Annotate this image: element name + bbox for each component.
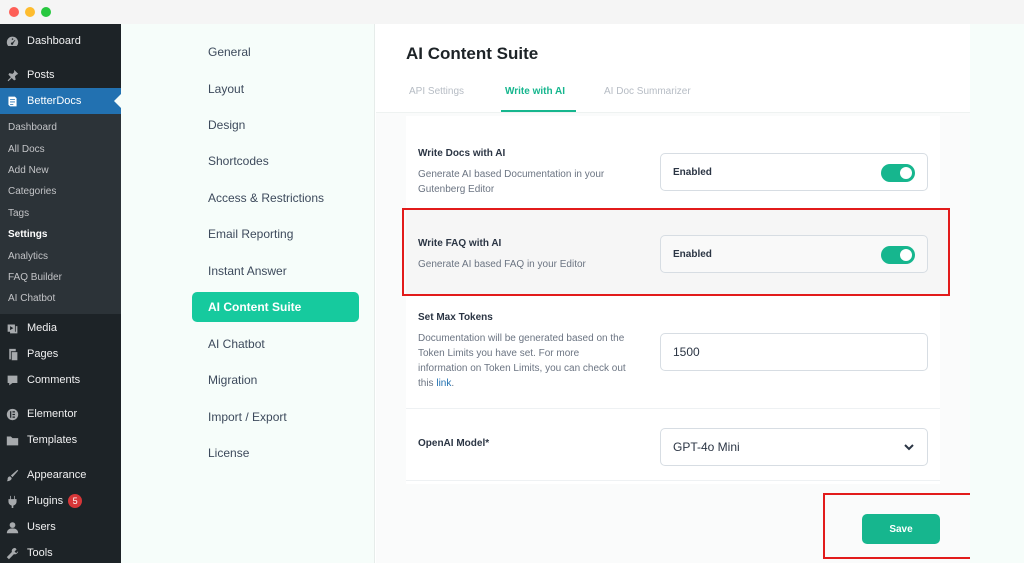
wp-menu-label: Media <box>27 322 57 334</box>
wp-submenu-item[interactable]: Tags <box>8 208 29 219</box>
wp-menu-pages[interactable]: Pages <box>0 341 121 367</box>
wp-menu-label: Templates <box>27 434 78 446</box>
wp-menu-label: Dashboard <box>27 35 81 47</box>
settings-nav-email-reporting[interactable]: Email Reporting <box>192 219 359 249</box>
settings-nav-shortcodes[interactable]: Shortcodes <box>192 146 359 176</box>
maximize-window-button[interactable] <box>41 7 51 17</box>
write-docs-description: Generate AI based Documentation in your … <box>418 169 605 195</box>
brush-icon <box>5 468 19 482</box>
openai-model-title: OpenAI Model* <box>418 438 490 449</box>
settings-main-panel: AI Content Suite API Settings Write with… <box>376 24 973 563</box>
write-docs-toggle-field[interactable]: Enabled <box>660 153 928 191</box>
wp-menu-tools[interactable]: Tools <box>0 540 121 563</box>
media-icon <box>5 321 19 335</box>
settings-nav-instant-answer[interactable]: Instant Answer <box>192 256 359 286</box>
tab-write-with-ai[interactable]: Write with AI <box>505 86 565 97</box>
max-tokens-description: Documentation will be generated based on… <box>418 331 630 391</box>
wp-menu-posts[interactable]: Posts <box>0 62 121 88</box>
token-limits-link[interactable]: link <box>436 378 451 389</box>
wp-menu-label: Users <box>27 521 56 533</box>
openai-model-select[interactable]: GPT-4o Mini <box>660 428 928 466</box>
tab-api-settings[interactable]: API Settings <box>409 86 464 97</box>
wp-submenu-item[interactable]: Categories <box>8 186 56 197</box>
write-docs-status: Enabled <box>673 166 712 178</box>
wp-menu-label: Pages <box>27 348 59 360</box>
wp-submenu-item[interactable]: FAQ Builder <box>8 272 62 283</box>
book-icon <box>5 94 19 108</box>
wp-submenu-item[interactable]: Add New <box>8 165 49 176</box>
settings-nav-ai-content-suite[interactable]: AI Content Suite <box>192 292 359 322</box>
row-divider <box>406 480 940 481</box>
settings-nav-import-export[interactable]: Import / Export <box>192 402 359 432</box>
pin-icon <box>5 68 19 82</box>
settings-nav-general[interactable]: General <box>192 37 359 67</box>
wp-menu-label: Appearance <box>27 469 87 481</box>
row-divider <box>406 408 940 409</box>
max-tokens-description-end: . <box>451 378 455 389</box>
dashboard-icon <box>5 34 19 48</box>
page-background-right <box>970 24 1024 563</box>
chevron-down-icon <box>903 441 915 453</box>
wp-menu-elementor[interactable]: Elementor <box>0 401 121 427</box>
wp-menu-label: BetterDocs <box>27 95 82 107</box>
settings-nav-migration[interactable]: Migration <box>192 365 359 395</box>
folder-icon <box>5 433 19 447</box>
settings-nav-license[interactable]: License <box>192 438 359 468</box>
highlight-box-save <box>823 493 973 559</box>
write-docs-title: Write Docs with AI <box>418 148 506 159</box>
wp-menu-templates[interactable]: Templates <box>0 427 121 453</box>
wp-submenu-item[interactable]: AI Chatbot <box>8 293 55 304</box>
wp-submenu-item[interactable]: All Docs <box>8 144 45 155</box>
wp-submenu-item[interactable]: Dashboard <box>8 122 57 133</box>
settings-nav-ai-chatbot[interactable]: AI Chatbot <box>192 329 359 359</box>
wp-menu-dashboard[interactable]: Dashboard <box>0 28 121 54</box>
highlight-box-faq <box>402 208 950 296</box>
pages-icon <box>5 347 19 361</box>
wp-menu-media[interactable]: Media <box>0 315 121 341</box>
openai-model-value: GPT-4o Mini <box>673 440 740 454</box>
minimize-window-button[interactable] <box>25 7 35 17</box>
wp-submenu-item-current[interactable]: Settings <box>8 229 47 240</box>
tab-ai-doc-summarizer[interactable]: AI Doc Summarizer <box>604 86 691 97</box>
settings-nav-design[interactable]: Design <box>192 110 359 140</box>
wp-menu-label: Posts <box>27 69 55 81</box>
max-tokens-title: Set Max Tokens <box>418 312 493 323</box>
plugin-icon <box>5 494 19 508</box>
settings-nav-access-restrictions[interactable]: Access & Restrictions <box>192 183 359 213</box>
wp-menu-betterdocs[interactable]: BetterDocs <box>0 88 121 114</box>
settings-nav: General Layout Design Shortcodes Access … <box>121 24 375 563</box>
wp-menu-users[interactable]: Users <box>0 514 121 540</box>
wp-menu-plugins[interactable]: Plugins 5 <box>0 488 121 514</box>
wp-menu-label: Elementor <box>27 408 78 420</box>
plugins-update-badge: 5 <box>68 494 83 508</box>
wp-menu-label: Tools <box>27 547 53 559</box>
wp-menu-label: Comments <box>27 374 81 386</box>
wp-submenu-betterdocs: Dashboard All Docs Add New Categories Ta… <box>0 114 121 314</box>
comment-icon <box>5 373 19 387</box>
write-docs-toggle[interactable] <box>881 164 915 182</box>
page-title: AI Content Suite <box>406 44 539 63</box>
wp-admin-sidebar: Dashboard Posts BetterDocs Dashboard All… <box>0 24 121 563</box>
wp-menu-appearance[interactable]: Appearance <box>0 462 121 488</box>
elementor-icon <box>5 407 19 421</box>
settings-nav-layout[interactable]: Layout <box>192 74 359 104</box>
wrench-icon <box>5 546 19 560</box>
max-tokens-input[interactable]: 1500 <box>660 333 928 371</box>
wp-submenu-item[interactable]: Analytics <box>8 251 48 262</box>
window-titlebar <box>0 0 1024 24</box>
close-window-button[interactable] <box>9 7 19 17</box>
wp-menu-label: Plugins <box>27 495 64 507</box>
wp-menu-comments[interactable]: Comments <box>0 367 121 393</box>
user-icon <box>5 520 19 534</box>
